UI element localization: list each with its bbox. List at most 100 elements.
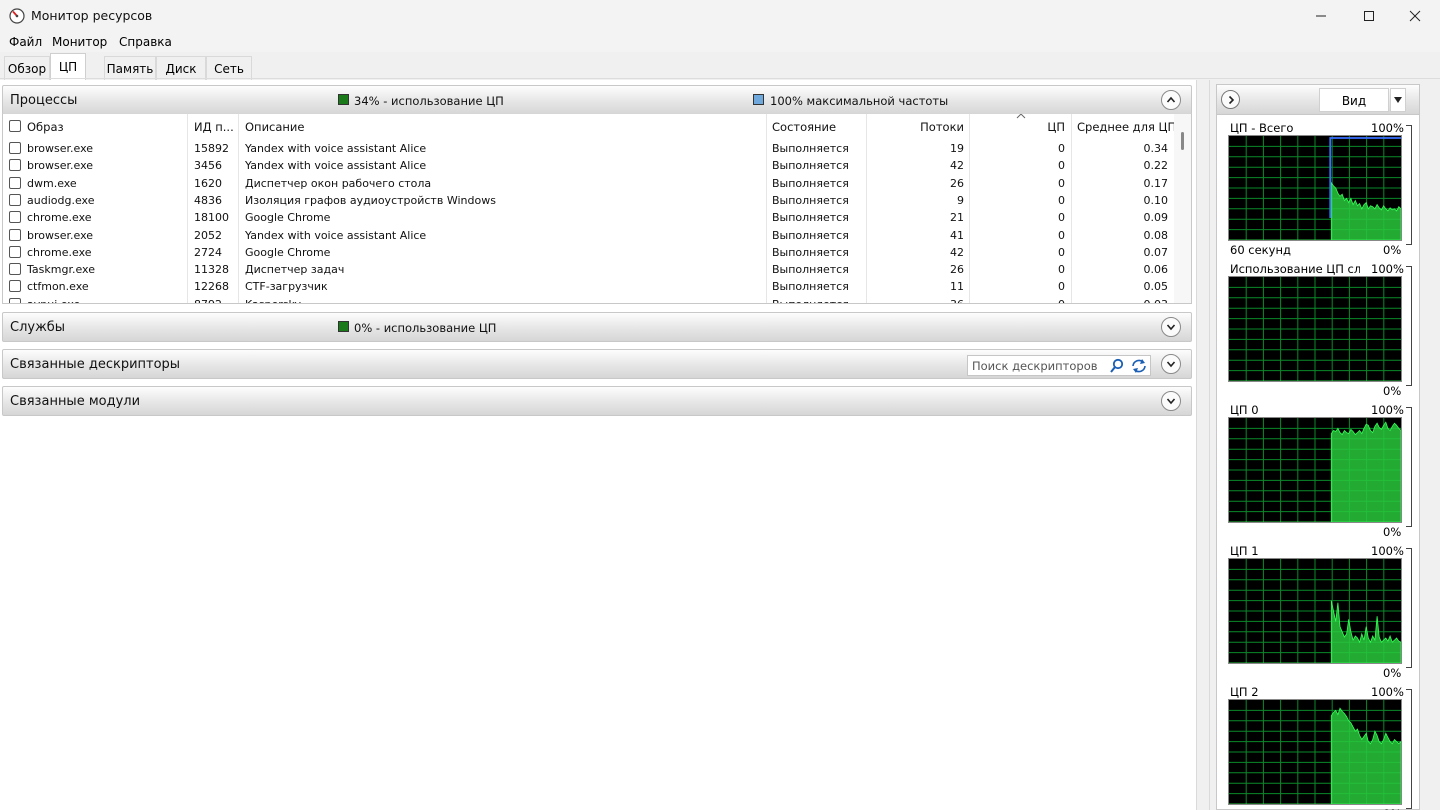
table-row[interactable]: chrome.exe 18100 Google Chrome Выполняется 2… <box>3 209 1175 226</box>
table-row[interactable]: Taskmgr.exe 11328 Диспетчер задач Выполняет… <box>3 261 1175 278</box>
table-row[interactable]: browser.exe 15892 Yandex with voice assist… <box>3 140 1175 157</box>
tab-network[interactable]: Сеть <box>206 56 252 80</box>
view-dropdown-button[interactable] <box>1390 88 1406 112</box>
tab-disk[interactable]: Диск <box>156 56 206 80</box>
cell-pid: 18100 <box>194 211 229 225</box>
processes-header[interactable]: Процессы 34% - использование ЦП 100% мак… <box>2 85 1192 115</box>
table-row[interactable]: avpui.exe 8792 Kaspersky Выполняется 36 0 0.03 <box>3 296 1175 303</box>
cell-status: Выполняется <box>772 159 849 173</box>
tab-overview[interactable]: Обзор <box>4 56 50 80</box>
row-checkbox[interactable] <box>9 211 21 224</box>
column-header-image[interactable]: Образ <box>27 114 64 138</box>
cell-image: ctfmon.exe <box>27 280 89 294</box>
cell-status: Выполняется <box>772 228 849 242</box>
tab-memory[interactable]: Память <box>104 56 156 80</box>
cell-cpu: 0 <box>975 298 1065 303</box>
cell-status: Выполняется <box>772 193 849 207</box>
graph-title: ЦП 0 <box>1230 403 1259 417</box>
cell-pid: 3456 <box>194 159 222 173</box>
row-checkbox[interactable] <box>9 193 21 206</box>
cell-avg-cpu: 0.34 <box>1143 142 1169 155</box>
cpu-graph <box>1228 699 1402 805</box>
row-checkbox[interactable] <box>9 245 21 258</box>
menu-monitor[interactable]: Монитор <box>52 35 107 49</box>
view-button[interactable]: Вид <box>1319 88 1389 112</box>
collapse-graphs-button[interactable] <box>1221 90 1240 109</box>
cell-threads: 41 <box>950 228 964 242</box>
handles-search-box[interactable] <box>967 355 1151 376</box>
close-button[interactable] <box>1392 0 1438 32</box>
cell-image: avpui.exe <box>27 298 80 303</box>
title-bar: Монитор ресурсов <box>0 0 1440 32</box>
cell-description: Yandex with voice assistant Alice <box>245 142 427 155</box>
menu-help[interactable]: Справка <box>119 35 172 49</box>
maximize-button[interactable] <box>1346 0 1392 32</box>
column-header-description[interactable]: Описание <box>245 114 304 138</box>
cell-description: Kaspersky <box>245 298 301 303</box>
services-header[interactable]: Службы 0% - использование ЦП <box>2 312 1192 342</box>
graph-max-label: 100% <box>1371 544 1404 558</box>
cell-threads: 11 <box>950 280 964 294</box>
table-row[interactable]: browser.exe 3456 Yandex with voice assista… <box>3 157 1175 174</box>
row-checkbox[interactable] <box>9 297 21 303</box>
tab-divider <box>0 78 1440 79</box>
table-row[interactable]: audiodg.exe 4836 Изоляция графов аудиоустр… <box>3 192 1175 209</box>
graphs-panel: Вид ЦП - Всего 100% 60 секунд 0% Использован… <box>1216 84 1420 810</box>
column-header-avg-cpu[interactable]: Среднее для ЦП <box>1077 114 1176 138</box>
row-checkbox[interactable] <box>9 263 21 276</box>
modules-header[interactable]: Связанные модули <box>2 386 1192 416</box>
cell-cpu: 0 <box>1058 159 1065 173</box>
cell-pid: 2052 <box>194 228 222 242</box>
graph-time-label: 60 секунд <box>1230 243 1291 257</box>
expand-modules-button[interactable] <box>1161 391 1181 411</box>
row-checkbox[interactable] <box>9 159 21 172</box>
handles-header[interactable]: Связанные дескрипторы <box>2 349 1192 379</box>
search-icon[interactable] <box>1108 357 1126 375</box>
expand-handles-button[interactable] <box>1161 354 1181 374</box>
pane-splitter[interactable] <box>1196 80 1210 810</box>
row-checkbox[interactable] <box>9 280 21 293</box>
table-row[interactable]: chrome.exe 2724 Google Chrome Выполняется 42… <box>3 244 1175 261</box>
cpu-graph-block: ЦП - Всего 100% 60 секунд 0% <box>1217 121 1419 262</box>
graph-max-label: 100% <box>1371 262 1404 276</box>
scrollbar-thumb[interactable] <box>1181 132 1184 150</box>
graph-title: ЦП 2 <box>1230 685 1259 699</box>
cpu-graph <box>1228 135 1402 241</box>
column-header-pid[interactable]: ИД п... <box>194 114 234 138</box>
cpu-graph-svg <box>1229 559 1401 663</box>
select-all-checkbox[interactable] <box>9 120 21 132</box>
cell-avg-cpu: 0.06 <box>1143 263 1169 277</box>
maximize-icon <box>1364 11 1374 21</box>
cell-cpu: 0 <box>1058 176 1065 190</box>
cell-cpu: 0 <box>1058 193 1065 207</box>
processes-scrollbar[interactable] <box>1174 114 1191 303</box>
cell-pid: 12268 <box>194 280 229 294</box>
tab-cpu[interactable]: ЦП <box>50 53 86 81</box>
minimize-button[interactable] <box>1298 0 1344 32</box>
cell-status: Выполняется <box>772 245 849 259</box>
row-checkbox[interactable] <box>9 176 21 189</box>
processes-table: Образ ИД п... Описание Состояние Потоки … <box>2 114 1192 304</box>
expand-services-button[interactable] <box>1161 317 1181 337</box>
cell-pid: 2724 <box>194 245 222 259</box>
tab-strip: Обзор ЦП Память Диск Сеть <box>0 52 1440 122</box>
row-checkbox[interactable] <box>9 228 21 241</box>
column-header-status[interactable]: Состояние <box>772 114 836 138</box>
window-title: Монитор ресурсов <box>31 8 153 23</box>
max-freq-text: 100% максимальной частоты <box>770 94 949 108</box>
cell-avg-cpu: 0.07 <box>1143 245 1169 259</box>
table-row[interactable]: dwm.exe 1620 Диспетчер окон рабочего стола… <box>3 175 1175 192</box>
row-checkbox[interactable] <box>9 142 21 154</box>
cell-avg-cpu: 0.03 <box>1077 298 1169 303</box>
cpu-graph-svg <box>1229 418 1401 522</box>
menu-file[interactable]: Файл <box>9 35 42 49</box>
handles-search-input[interactable] <box>968 356 1108 375</box>
collapse-processes-button[interactable] <box>1161 90 1181 110</box>
table-row[interactable]: ctfmon.exe 12268 CTF-загрузчик Выполняется 1… <box>3 278 1175 295</box>
clear-search-icon[interactable] <box>1130 357 1148 375</box>
table-row[interactable]: browser.exe 2052 Yandex with voice assista… <box>3 227 1175 244</box>
cell-threads: 36 <box>873 298 964 303</box>
modules-title: Связанные модули <box>10 394 141 409</box>
column-header-threads[interactable]: Потоки <box>873 114 964 138</box>
processes-title: Процессы <box>10 93 78 108</box>
